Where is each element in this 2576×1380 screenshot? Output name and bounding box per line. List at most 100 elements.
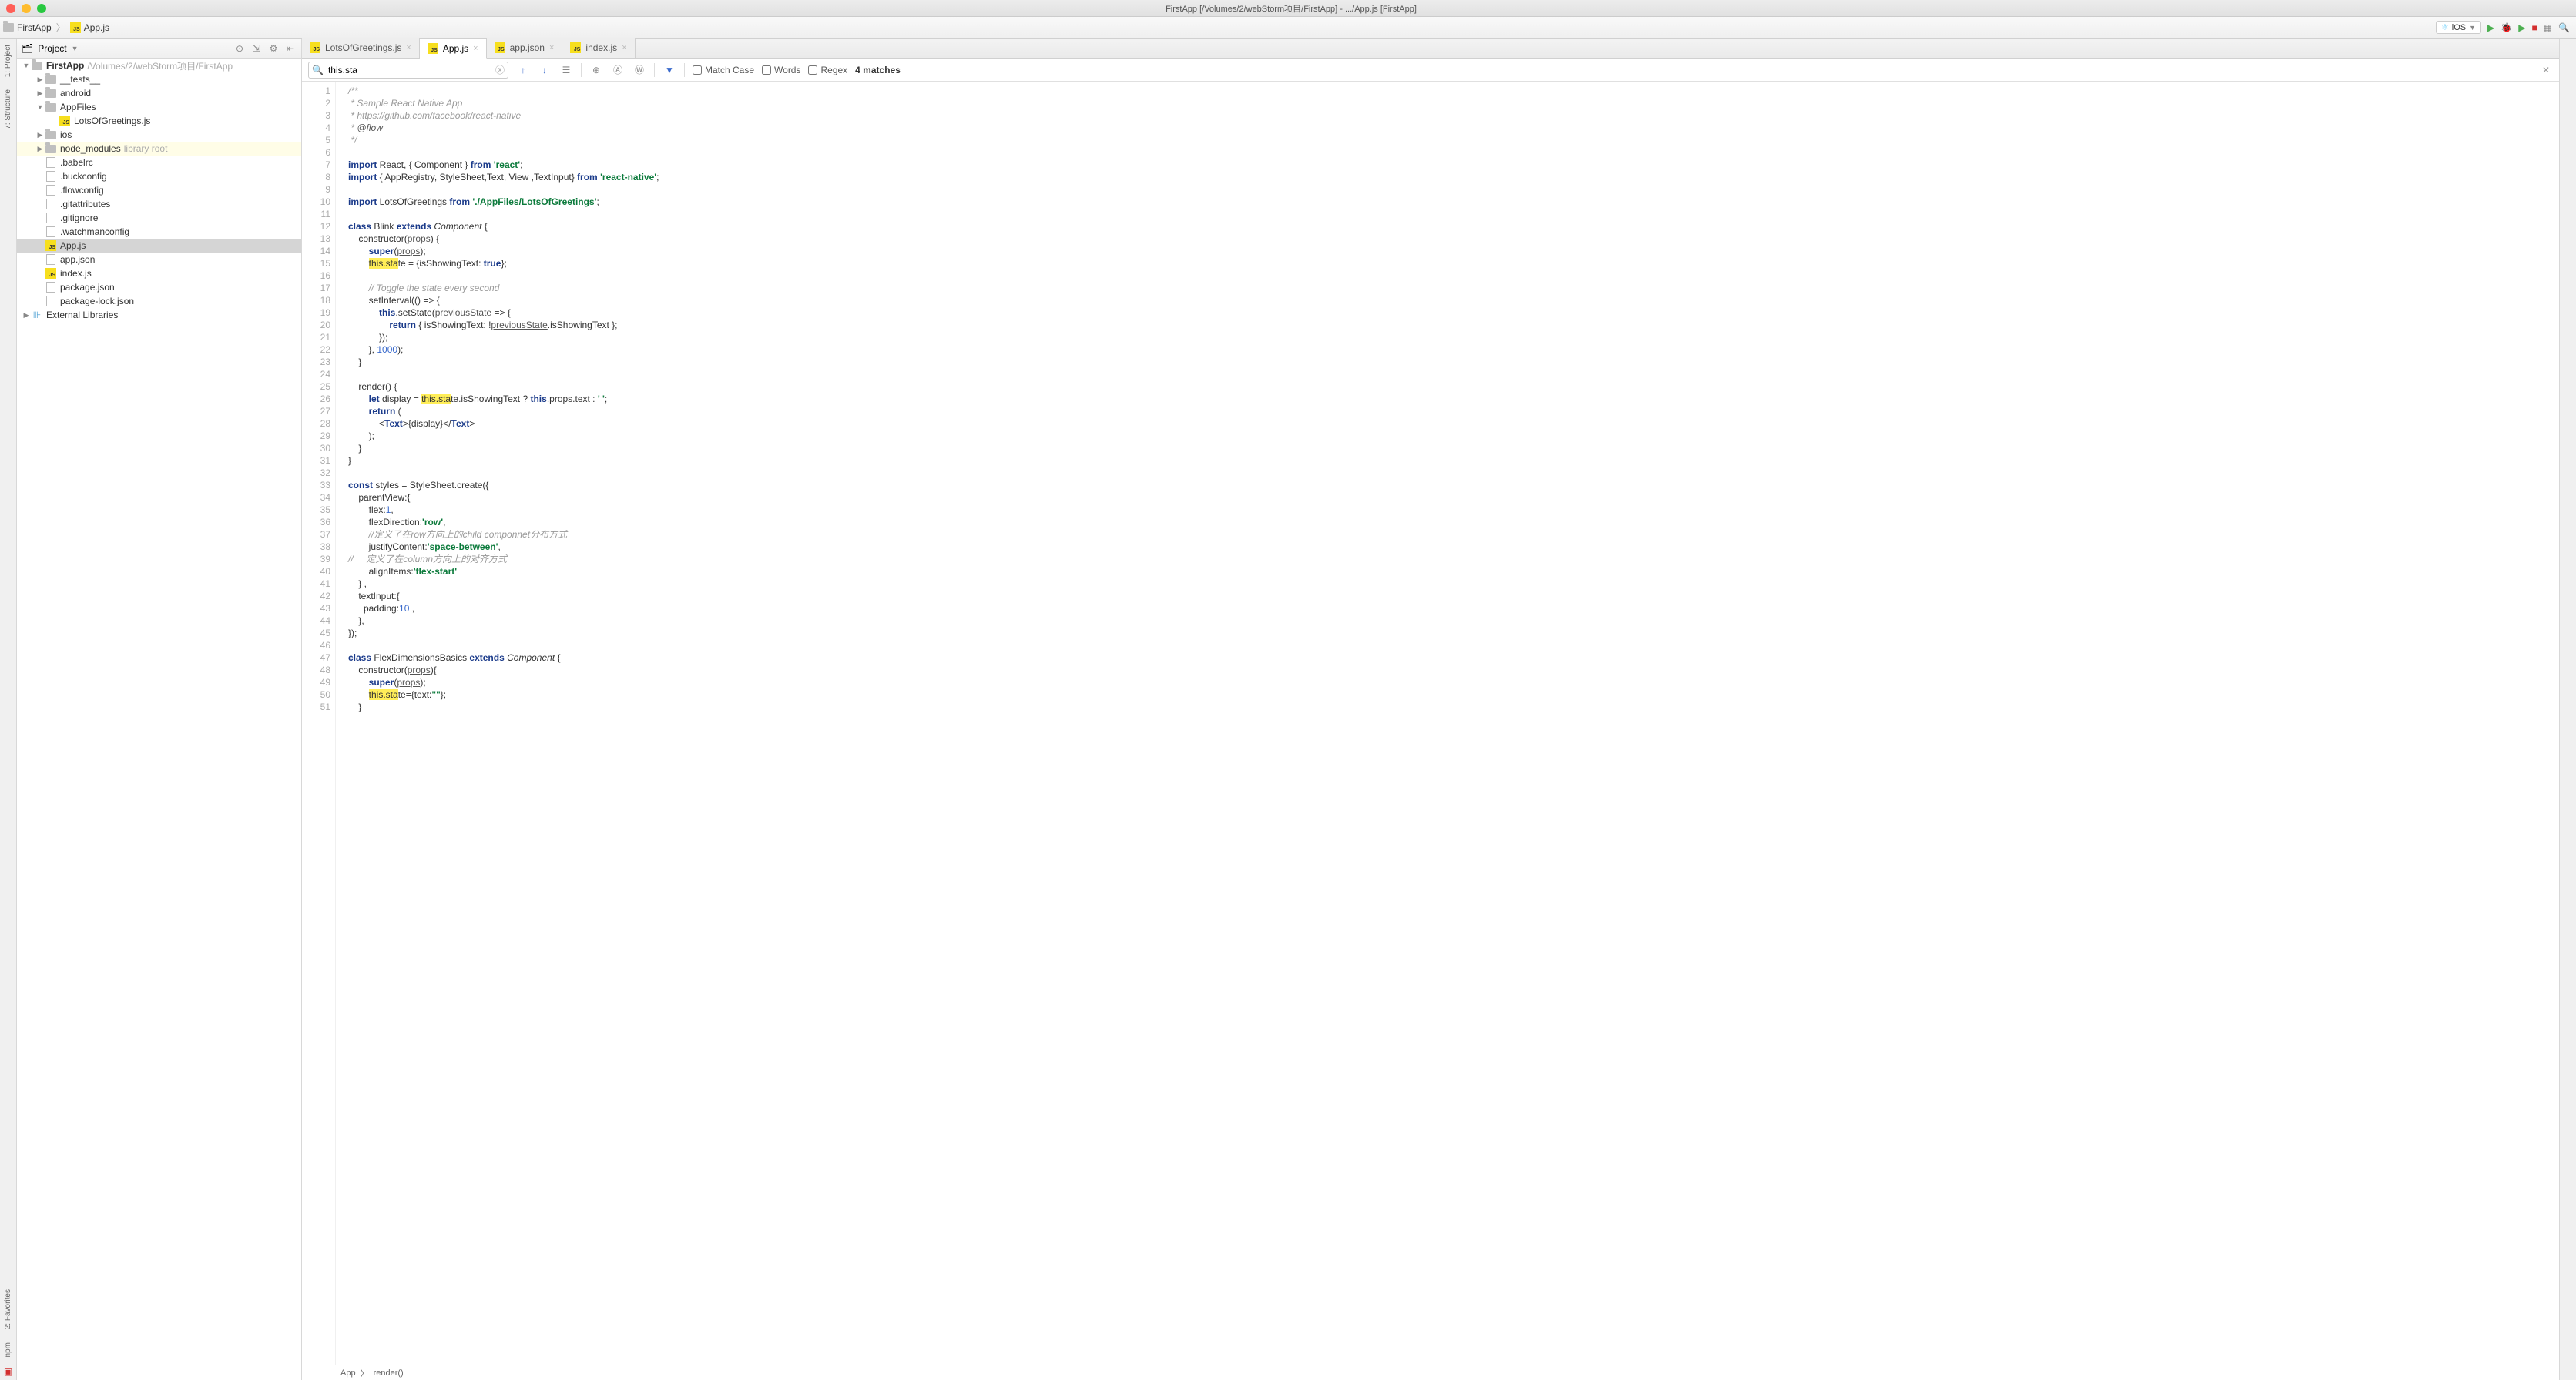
- tree-item[interactable]: .flowconfig: [17, 183, 301, 197]
- project-panel-title[interactable]: Project: [38, 43, 66, 54]
- editor-tab[interactable]: JS app.json ×: [487, 38, 563, 58]
- folder-icon: [45, 145, 56, 153]
- file-icon: [46, 157, 55, 168]
- select-all-occurrences-button[interactable]: ☰: [559, 65, 573, 75]
- js-file-icon: JS: [495, 42, 505, 53]
- file-icon: [46, 282, 55, 293]
- fold-gutter[interactable]: [336, 82, 345, 1365]
- tree-item[interactable]: ▶ android: [17, 86, 301, 100]
- settings-gear-icon[interactable]: ⚙: [267, 42, 280, 55]
- collapse-all-icon[interactable]: ⇲: [250, 42, 263, 55]
- project-tree[interactable]: ▼ FirstApp /Volumes/2/webStorm项目/FirstAp…: [17, 59, 301, 1380]
- tree-item[interactable]: .buckconfig: [17, 169, 301, 183]
- find-input[interactable]: [328, 65, 491, 75]
- toggle-word-button[interactable]: Ⓦ: [632, 63, 646, 76]
- tree-item[interactable]: .babelrc: [17, 156, 301, 169]
- regex-checkbox[interactable]: Regex: [808, 65, 847, 75]
- add-selection-button[interactable]: ⊕: [589, 65, 603, 75]
- js-file-icon: JS: [310, 42, 320, 53]
- toggle-case-button[interactable]: Ⓐ: [611, 63, 625, 76]
- tree-item[interactable]: .gitattributes: [17, 197, 301, 211]
- tool-tab-project[interactable]: 1: Project: [4, 39, 12, 83]
- project-panel-header: 🗂 Project ▼ ⊙ ⇲ ⚙ ⇤: [17, 39, 301, 59]
- run-button[interactable]: ▶: [2487, 22, 2494, 33]
- tree-item[interactable]: JS index.js: [17, 266, 301, 280]
- js-file-icon: JS: [45, 268, 56, 279]
- breadcrumb-file[interactable]: JS App.js: [67, 22, 112, 33]
- stop-button[interactable]: ■: [2531, 22, 2537, 33]
- tree-item[interactable]: ▶ __tests__: [17, 72, 301, 86]
- js-file-icon: JS: [428, 43, 438, 54]
- tree-item[interactable]: package.json: [17, 280, 301, 294]
- tool-tab-npm[interactable]: npm: [4, 1336, 12, 1363]
- tree-external-libs[interactable]: ▶ ⊪ External Libraries: [17, 308, 301, 322]
- hide-panel-icon[interactable]: ⇤: [284, 42, 297, 55]
- tree-item[interactable]: ▼ AppFiles: [17, 100, 301, 114]
- tree-item[interactable]: ▶ ios: [17, 128, 301, 142]
- line-number-gutter: 1234567891011121314151617181920212223242…: [302, 82, 336, 1365]
- tab-label: index.js: [585, 42, 617, 53]
- tree-item[interactable]: JS LotsOfGreetings.js: [17, 114, 301, 128]
- regex-label: Regex: [820, 65, 847, 75]
- close-tab-icon[interactable]: ×: [549, 43, 554, 52]
- run-button-2[interactable]: ▶: [2518, 22, 2525, 33]
- tree-item[interactable]: JS App.js: [17, 239, 301, 253]
- navigation-bar: FirstApp 〉 JS App.js ⚛ iOS ▼ ▶ 🐞 ▶ ■ ▦ 🔍: [0, 17, 2576, 39]
- editor-tab[interactable]: JS index.js ×: [562, 38, 635, 58]
- match-case-checkbox[interactable]: Match Case: [693, 65, 754, 75]
- library-icon: ⊪: [33, 310, 41, 320]
- debug-button[interactable]: 🐞: [2501, 22, 2512, 33]
- next-match-button[interactable]: ↓: [538, 65, 552, 75]
- folder-icon: [45, 103, 56, 112]
- editor-breadcrumb: App 〉 render(): [302, 1365, 2559, 1380]
- search-everywhere-button[interactable]: 🔍: [2558, 22, 2570, 33]
- scroll-from-source-icon[interactable]: ⊙: [233, 42, 246, 55]
- breadcrumb-root[interactable]: FirstApp: [0, 22, 55, 33]
- editor-body[interactable]: 1234567891011121314151617181920212223242…: [302, 82, 2559, 1365]
- file-icon: [46, 185, 55, 196]
- clear-search-icon[interactable]: ⓧ: [495, 63, 505, 76]
- find-input-wrapper[interactable]: 🔍 ⓧ: [308, 62, 508, 79]
- editor-tab[interactable]: JS LotsOfGreetings.js ×: [302, 38, 420, 58]
- mac-maximize-button[interactable]: [37, 4, 46, 13]
- match-case-label: Match Case: [705, 65, 754, 75]
- file-icon: [46, 213, 55, 223]
- tool-tab-favorites[interactable]: 2: Favorites: [4, 1283, 12, 1335]
- folder-icon: [45, 75, 56, 84]
- close-tab-icon[interactable]: ×: [622, 43, 626, 52]
- tree-item[interactable]: ▶ node_modules library root: [17, 142, 301, 156]
- js-file-icon: JS: [70, 22, 81, 33]
- project-view-icon: 🗂: [22, 43, 33, 54]
- close-tab-icon[interactable]: ×: [473, 44, 478, 53]
- mac-minimize-button[interactable]: [22, 4, 31, 13]
- close-find-bar[interactable]: ✕: [2539, 65, 2553, 75]
- editor-tab[interactable]: JS App.js ×: [420, 39, 487, 59]
- tree-item[interactable]: app.json: [17, 253, 301, 266]
- close-tab-icon[interactable]: ×: [406, 43, 411, 52]
- layout-button[interactable]: ▦: [2544, 22, 2552, 33]
- js-file-icon: JS: [570, 42, 581, 53]
- project-panel: 🗂 Project ▼ ⊙ ⇲ ⚙ ⇤ ▼ FirstApp /Volumes/…: [17, 39, 302, 1380]
- folder-icon: [32, 62, 42, 70]
- run-target-label: iOS: [2452, 23, 2466, 32]
- notifications-icon[interactable]: ▣: [4, 1366, 12, 1380]
- breadcrumb-method[interactable]: render(): [374, 1368, 404, 1378]
- file-icon: [46, 254, 55, 265]
- run-target-dropdown[interactable]: ⚛ iOS ▼: [2436, 21, 2481, 34]
- breadcrumb-class[interactable]: App: [340, 1368, 356, 1378]
- words-checkbox[interactable]: Words: [762, 65, 800, 75]
- tool-tab-structure[interactable]: 7: Structure: [4, 83, 12, 136]
- folder-icon: [45, 89, 56, 98]
- tab-label: App.js: [443, 43, 468, 54]
- tree-root[interactable]: ▼ FirstApp /Volumes/2/webStorm项目/FirstAp…: [17, 59, 301, 72]
- code-content[interactable]: /** * Sample React Native App * https://…: [345, 82, 2559, 1365]
- file-icon: [46, 171, 55, 182]
- tree-item[interactable]: .gitignore: [17, 211, 301, 225]
- tree-item[interactable]: .watchmanconfig: [17, 225, 301, 239]
- mac-close-button[interactable]: [6, 4, 15, 13]
- breadcrumb-separator: 〉: [361, 1367, 369, 1379]
- tree-item[interactable]: package-lock.json: [17, 294, 301, 308]
- prev-match-button[interactable]: ↑: [516, 65, 530, 75]
- folder-icon: [45, 131, 56, 139]
- filter-icon[interactable]: ▼: [662, 65, 676, 75]
